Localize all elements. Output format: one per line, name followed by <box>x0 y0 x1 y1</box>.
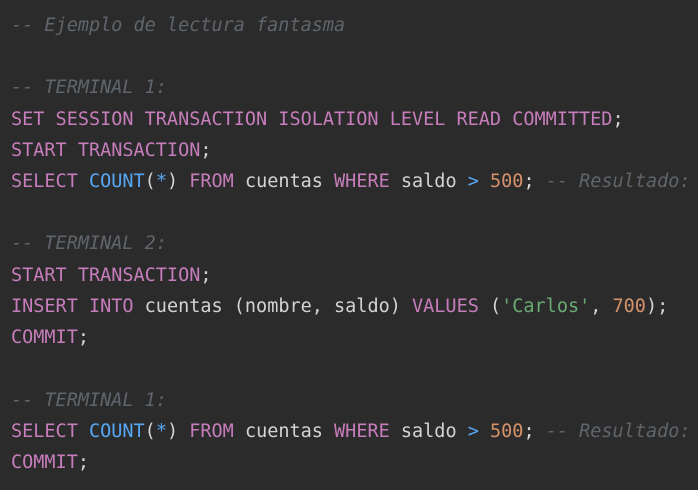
sql-keyword: FROM <box>189 421 234 442</box>
sql-identifier: cuentas <box>244 171 323 192</box>
code-editor[interactable]: -- Ejemplo de lectura fantasma -- TERMIN… <box>0 0 698 490</box>
sql-keyword: START TRANSACTION <box>11 265 201 286</box>
sql-punct: , <box>590 296 602 317</box>
sql-punct: , <box>311 296 323 317</box>
sql-identifier: cuentas <box>144 296 223 317</box>
sql-punct: ; <box>523 171 535 192</box>
sql-keyword: FROM <box>189 171 234 192</box>
sql-keyword: WHERE <box>334 421 390 442</box>
code-line: INSERT INTO cuentas (nombre, saldo) VALU… <box>11 291 668 322</box>
sql-keyword: COMMIT <box>11 327 78 348</box>
code-line: START TRANSACTION; <box>11 260 212 291</box>
sql-paren: ) <box>166 421 179 442</box>
sql-identifier: cuentas <box>244 421 323 442</box>
sql-keyword: START TRANSACTION <box>11 140 201 161</box>
sql-punct: ; <box>77 327 89 348</box>
sql-punct: ; <box>657 296 669 317</box>
sql-paren: ) <box>389 296 401 317</box>
sql-keyword: INSERT INTO <box>11 296 134 317</box>
sql-column: saldo <box>400 171 457 192</box>
code-line: COMMIT; <box>11 322 89 353</box>
sql-function: COUNT <box>88 421 145 442</box>
sql-column: saldo <box>400 421 457 442</box>
sql-number: 700 <box>612 296 646 317</box>
sql-star: * <box>155 171 167 192</box>
sql-operator: > <box>467 171 479 192</box>
sql-punct: ; <box>77 452 89 473</box>
code-line: -- Ejemplo de lectura fantasma <box>11 10 345 41</box>
sql-punct: ; <box>612 109 624 130</box>
sql-keyword: SELECT <box>11 171 78 192</box>
sql-column: saldo <box>334 296 390 317</box>
sql-keyword: WHERE <box>334 171 390 192</box>
sql-column: nombre <box>244 296 312 317</box>
sql-punct: ; <box>200 265 212 286</box>
sql-paren: ( <box>144 171 156 192</box>
code-line: -- TERMINAL 2: <box>11 228 167 259</box>
sql-number: 500 <box>490 171 524 192</box>
sql-paren: ( <box>144 421 156 442</box>
code-comment: -- Resultado: <box>545 421 691 442</box>
code-line: START TRANSACTION; <box>11 135 212 166</box>
sql-keyword: SELECT <box>11 421 78 442</box>
sql-keyword: COMMIT <box>11 452 78 473</box>
sql-punct: ; <box>523 421 535 442</box>
sql-star: * <box>155 421 167 442</box>
code-line: -- TERMINAL 1: <box>11 72 167 103</box>
code-comment: -- TERMINAL 1: <box>11 77 167 98</box>
sql-punct: ; <box>200 140 212 161</box>
code-comment: -- TERMINAL 1: <box>11 390 167 411</box>
code-line: -- TERMINAL 1: <box>11 385 167 416</box>
code-comment: -- TERMINAL 2: <box>11 233 167 254</box>
code-line: COMMIT; <box>11 447 89 478</box>
sql-paren: ) <box>166 171 179 192</box>
sql-operator: > <box>467 421 479 442</box>
code-line: SELECT COUNT(*) FROM cuentas WHERE saldo… <box>11 416 691 447</box>
sql-keyword: VALUES <box>412 296 479 317</box>
sql-keyword: SET SESSION TRANSACTION ISOLATION LEVEL … <box>11 109 613 130</box>
sql-paren: ( <box>489 296 502 317</box>
sql-paren: ( <box>233 296 245 317</box>
sql-paren: ) <box>645 296 658 317</box>
code-line: SELECT COUNT(*) FROM cuentas WHERE saldo… <box>11 166 691 197</box>
code-comment: -- Resultado: <box>545 171 691 192</box>
code-line: SET SESSION TRANSACTION ISOLATION LEVEL … <box>11 104 624 135</box>
sql-string: 'Carlos' <box>501 296 591 317</box>
sql-function: COUNT <box>88 171 145 192</box>
code-comment: -- Ejemplo de lectura fantasma <box>11 15 346 36</box>
sql-number: 500 <box>490 421 524 442</box>
